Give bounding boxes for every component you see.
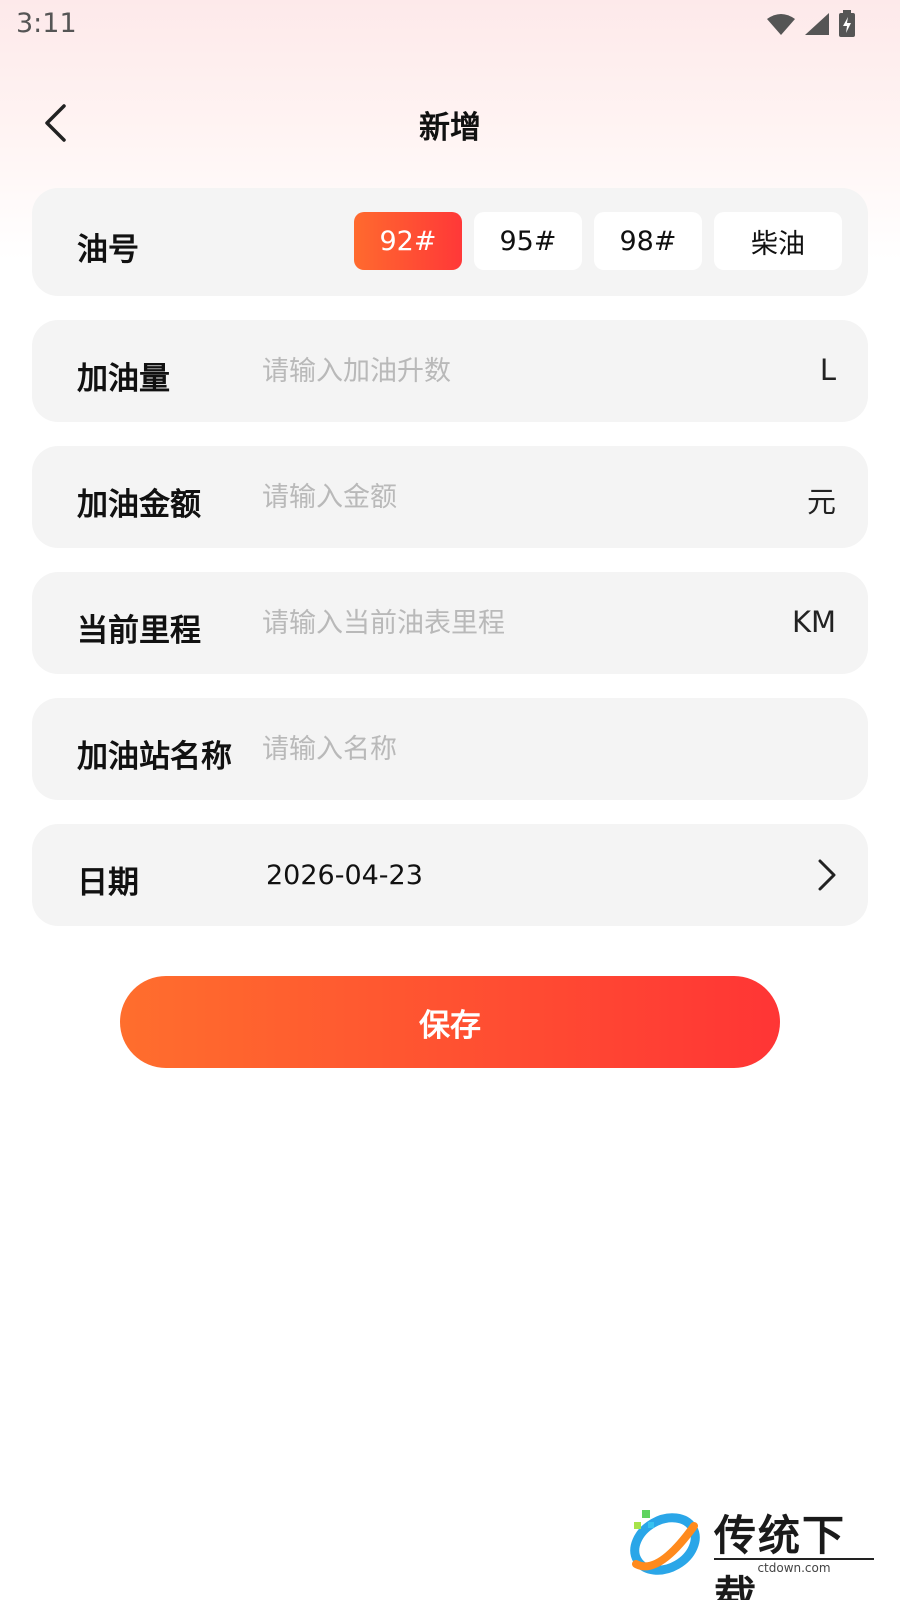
amount-label: 加油金额 [77,487,201,523]
page: 3:11 新增 油号 92# 95# 98# 柴油 加油量 请输入加油升数 L … [0,0,900,1600]
mileage-card: 当前里程 KM [32,572,868,674]
volume-unit: L [819,353,836,387]
station-card: 加油站名称 [32,698,868,800]
watermark-url: ctdown.com [714,1558,874,1575]
date-value: 2026-04-23 [266,860,423,891]
amount-card: 加油金额 元 [32,446,868,548]
amount-unit: 元 [806,485,836,519]
fuel-type-label: 油号 [77,232,139,268]
watermark: 传统下载 ctdown.com [628,1502,878,1600]
volume-label: 加油量 [77,361,170,397]
station-input[interactable] [262,720,762,778]
status-time: 3:11 [16,8,77,39]
mileage-label: 当前里程 [77,613,201,649]
header: 新增 [0,90,900,156]
signal-icon [805,13,829,35]
date-card[interactable]: 日期 2026-04-23 [32,824,868,926]
watermark-title: 传统下载 [714,1511,847,1600]
volume-card: 加油量 L [32,320,868,422]
date-label: 日期 [77,865,139,901]
fuel-option-diesel[interactable]: 柴油 [714,212,842,270]
mileage-unit: KM [791,605,836,639]
fuel-option-98[interactable]: 98# [594,212,702,270]
status-icons [766,10,856,38]
battery-charging-icon [839,10,855,37]
fuel-type-card: 油号 92# 95# 98# 柴油 [32,188,868,296]
fuel-type-options: 92# 95# 98# 柴油 [354,212,842,270]
watermark-logo-icon [630,1510,700,1575]
amount-input[interactable] [262,468,762,526]
status-bar: 3:11 [0,0,900,50]
wifi-icon [767,14,795,35]
mileage-input[interactable] [262,594,762,652]
volume-input[interactable] [262,342,762,400]
save-button[interactable]: 保存 [120,976,780,1068]
fuel-option-95[interactable]: 95# [474,212,582,270]
fuel-option-92[interactable]: 92# [354,212,462,270]
chevron-right-icon [818,859,836,891]
page-title: 新增 [419,110,481,146]
station-label: 加油站名称 [77,739,232,775]
